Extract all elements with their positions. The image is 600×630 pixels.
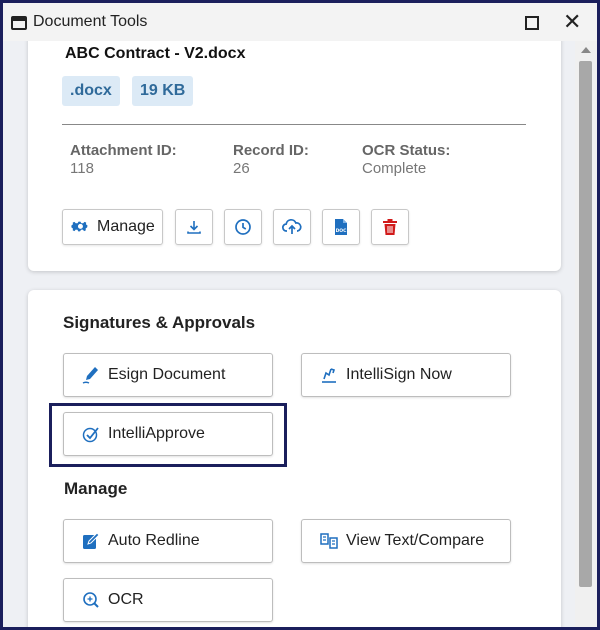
size-badge: 19 KB	[132, 76, 194, 106]
intellisign-now-label: IntelliSign Now	[346, 366, 452, 383]
view-text-compare-label: View Text/Compare	[346, 532, 485, 549]
intelliapprove-label: IntelliApprove	[108, 425, 205, 442]
ocr-label: OCR	[108, 591, 144, 608]
compare-icon	[320, 532, 338, 550]
maximize-icon[interactable]	[525, 16, 539, 30]
esign-document-label: Esign Document	[108, 366, 226, 383]
svg-text:DOC: DOC	[336, 228, 348, 234]
ocr-scan-icon	[82, 591, 100, 609]
trash-icon	[382, 218, 398, 236]
manage-button[interactable]: Manage	[62, 209, 163, 245]
history-icon	[234, 218, 252, 236]
sign-hand-icon	[320, 366, 338, 384]
ocr-status-label: OCR Status:	[362, 142, 451, 159]
doc-file-icon: DOC	[333, 218, 349, 236]
signatures-section-title: Signatures & Approvals	[63, 313, 256, 332]
auto-redline-button[interactable]: Auto Redline	[63, 519, 273, 563]
attachment-id-value: 118	[70, 160, 94, 177]
edit-icon	[82, 532, 100, 550]
actions-card: Signatures & Approvals Esign Document In…	[28, 290, 561, 627]
extension-badge: .docx	[62, 76, 120, 106]
upload-button[interactable]	[273, 209, 311, 245]
intellisign-now-button[interactable]: IntelliSign Now	[301, 353, 511, 397]
history-button[interactable]	[224, 209, 262, 245]
scrollbar-thumb[interactable]	[579, 61, 592, 587]
check-circle-icon	[82, 425, 100, 443]
close-icon[interactable]: ✕	[563, 10, 581, 34]
ocr-status-value: Complete	[362, 160, 427, 177]
document-tools-window: Document Tools ✕ ABC Contract - V2.docx …	[0, 0, 600, 630]
window-title: Document Tools	[33, 13, 148, 30]
auto-redline-label: Auto Redline	[108, 532, 200, 549]
document-card: ABC Contract - V2.docx .docx 19 KB Attac…	[28, 41, 561, 271]
scrollbar[interactable]	[575, 41, 597, 627]
upload-icon	[282, 218, 302, 236]
gear-icon	[71, 218, 89, 236]
title-bar: Document Tools ✕	[3, 3, 597, 41]
delete-button[interactable]	[371, 209, 409, 245]
intelliapprove-button[interactable]: IntelliApprove	[63, 412, 273, 456]
esign-document-button[interactable]: Esign Document	[63, 353, 273, 397]
doc-file-button[interactable]: DOC	[322, 209, 360, 245]
record-id-value: 26	[233, 160, 250, 177]
ocr-button[interactable]: OCR	[63, 578, 273, 622]
document-name: ABC Contract - V2.docx	[65, 45, 246, 62]
window-icon	[11, 16, 27, 30]
download-icon	[186, 219, 202, 235]
manage-button-label: Manage	[97, 218, 155, 235]
divider	[62, 124, 526, 125]
record-id-label: Record ID:	[233, 142, 309, 159]
pen-icon	[82, 366, 100, 384]
attachment-id-label: Attachment ID:	[70, 142, 177, 159]
manage-section-title: Manage	[64, 479, 128, 498]
content-area: ABC Contract - V2.docx .docx 19 KB Attac…	[3, 41, 597, 627]
download-button[interactable]	[175, 209, 213, 245]
view-text-compare-button[interactable]: View Text/Compare	[301, 519, 511, 563]
scroll-up-icon[interactable]	[581, 47, 591, 53]
